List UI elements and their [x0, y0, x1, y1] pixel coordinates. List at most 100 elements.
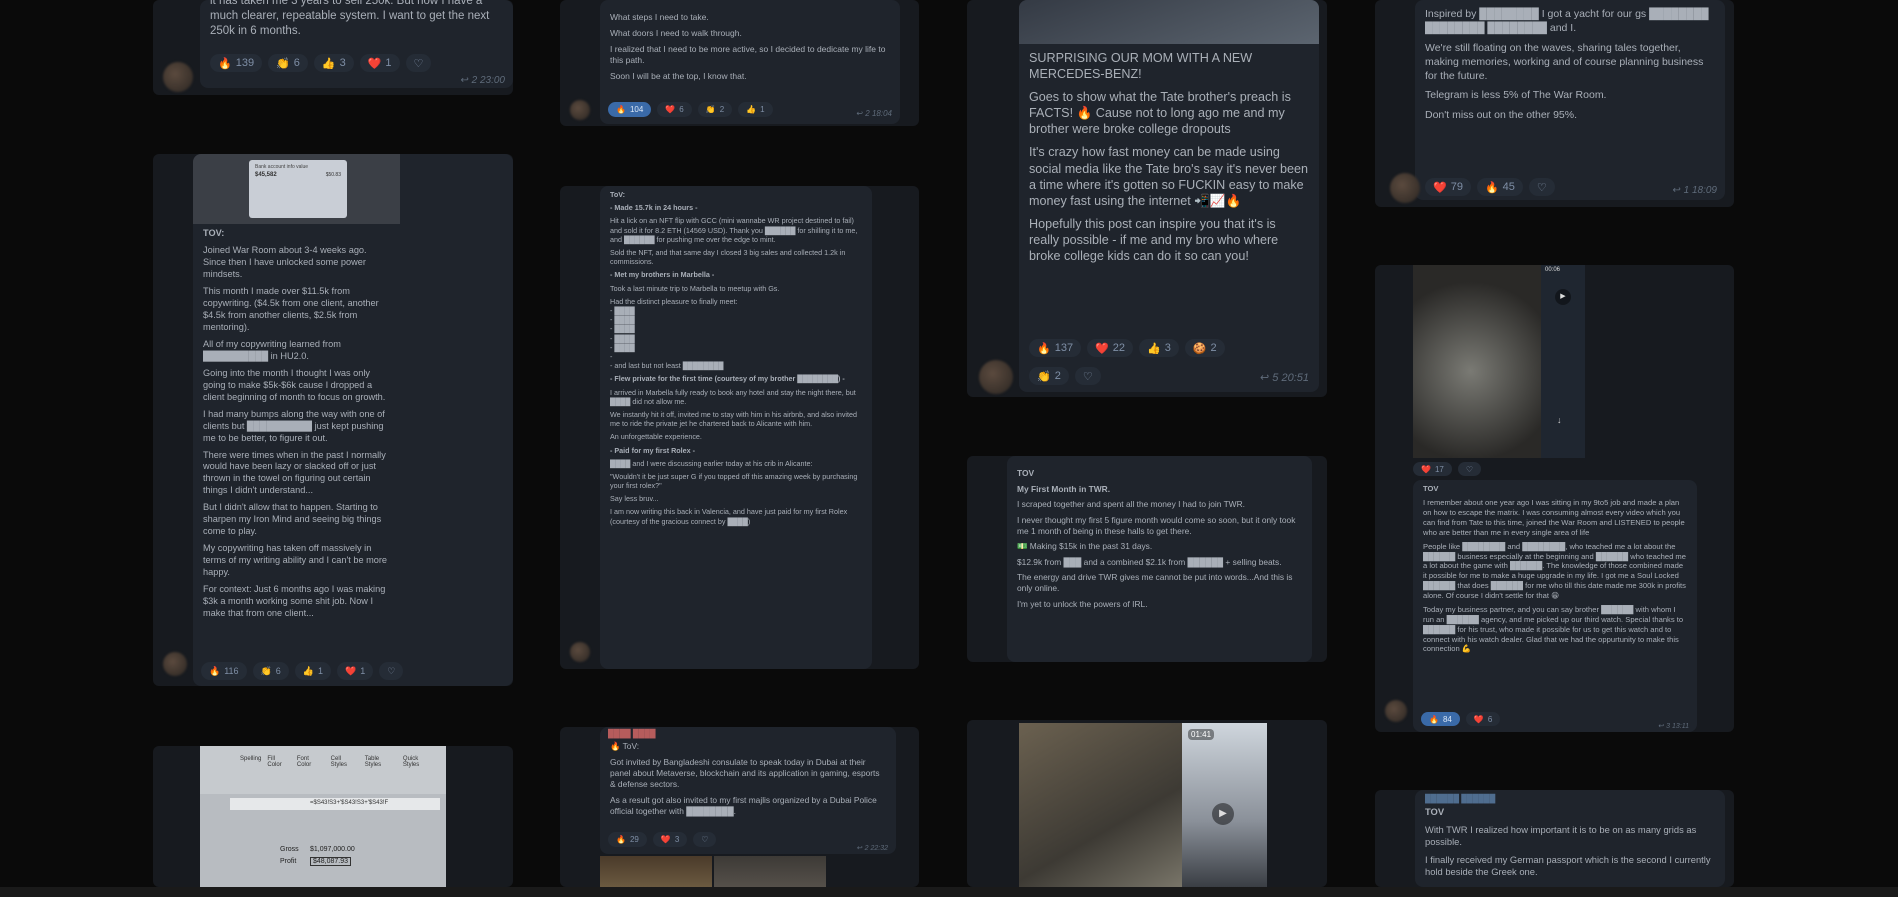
- ribbon-button[interactable]: Quick Styles: [403, 756, 436, 794]
- message-line: Today my business partner, and you can s…: [1423, 604, 1686, 654]
- reactions: 🔥 104 ❤️ 6 👏 2 👍 1: [608, 102, 773, 117]
- add-reaction-icon[interactable]: ♡: [379, 662, 404, 680]
- play-icon[interactable]: ▶: [1555, 289, 1571, 305]
- reaction-chip[interactable]: 🍪 2: [1184, 339, 1225, 357]
- message-meta: ↩ 2 18:04: [856, 109, 892, 118]
- message-line: TOV: [1017, 468, 1035, 478]
- message-meta: ↩ 2 23:00: [460, 75, 505, 86]
- download-icon[interactable]: ↓: [1557, 415, 1562, 425]
- add-reaction-icon[interactable]: ♡: [1528, 178, 1555, 196]
- ribbon-button[interactable]: Font Color: [297, 756, 325, 794]
- add-reaction-icon[interactable]: ♡: [1457, 462, 1482, 476]
- reaction-chip[interactable]: 👏 2: [697, 102, 733, 117]
- video-thumbnail[interactable]: 01:41 ▶: [1182, 723, 1267, 887]
- message-time: 2 22:32: [864, 845, 888, 852]
- message-line: I never thought my first 5 figure month …: [1017, 514, 1298, 536]
- thumb-value-2: $50.83: [325, 172, 341, 178]
- watch-video[interactable]: [1413, 265, 1541, 458]
- reaction-chip[interactable]: 👍 3: [313, 54, 354, 72]
- message-line: - ████: [610, 315, 635, 325]
- reaction-chip[interactable]: 👍 1: [738, 102, 773, 117]
- message-line: I realized that I need to be more active…: [610, 43, 888, 65]
- reaction-chip[interactable]: ❤️ 3: [652, 832, 688, 847]
- message-time: 2 18:04: [865, 109, 892, 118]
- video-duration: 01:41: [1188, 729, 1215, 740]
- message-line: Hopefully this post can inspire you that…: [1029, 216, 1282, 263]
- message-line: My First Month in TWR.: [1017, 483, 1111, 494]
- message-line: Say less bruv...: [610, 494, 659, 504]
- video-side-panel[interactable]: 00:06 ▶ ↓: [1541, 265, 1585, 458]
- reaction-chip[interactable]: 👍 3: [1139, 339, 1179, 357]
- message-line: But I didn't allow that to happen. Start…: [203, 502, 384, 537]
- reaction-chip[interactable]: 🔥 137: [1029, 339, 1082, 357]
- reaction-chip[interactable]: 🔥 116: [201, 662, 247, 680]
- reaction-chip[interactable]: 👏 6: [268, 54, 308, 72]
- message-time: 3 13:11: [1666, 723, 1689, 730]
- video-duration: 00:06: [1545, 267, 1561, 273]
- formula-bar[interactable]: =$S43!S3+'$S43!S3+'$S43!F: [230, 798, 440, 810]
- play-icon[interactable]: ▶: [1212, 803, 1234, 825]
- formula-text: =$S43!S3+'$S43!S3+'$S43!F: [310, 800, 389, 806]
- reactions: 🔥 29 ❤️ 3 ♡: [608, 832, 717, 847]
- ribbon-button[interactable]: Cell Styles: [331, 756, 359, 794]
- message-line: Took a last minute trip to Marbella to m…: [610, 283, 780, 293]
- reaction-chip[interactable]: 🔥 139: [210, 54, 263, 72]
- avatar: [979, 360, 1013, 394]
- car-photo[interactable]: [1019, 0, 1319, 44]
- avatar: [1390, 173, 1420, 203]
- post-card-col4-bottom: ██████ ██████ TOV With TWR I realized ho…: [1375, 790, 1734, 887]
- photo-thumbnail[interactable]: [600, 856, 712, 887]
- message-text: SURPRISING OUR MOM WITH A NEW MERCEDES-B…: [1029, 50, 1309, 264]
- message-line: The energy and drive TWR gives me cannot…: [1017, 572, 1295, 594]
- message-meta: ↩ 3 13:11: [1658, 723, 1689, 730]
- reaction-chip[interactable]: ❤️ 1: [337, 662, 374, 680]
- reaction-chip[interactable]: ❤️ 22: [1087, 339, 1134, 357]
- message-line: ████ and I were discussing earlier today…: [610, 458, 813, 468]
- reaction-chip[interactable]: ❤️ 79: [1425, 178, 1471, 196]
- message-meta: ↩ 5 20:51: [1260, 372, 1309, 384]
- ribbon-button[interactable]: Table Styles: [365, 756, 397, 794]
- screenshot-thumbnail[interactable]: Bank account info value $45,582 $50.83: [193, 154, 400, 224]
- reaction-chip[interactable]: 🔥 45: [1476, 178, 1523, 196]
- message-line: Going into the month I thought I was onl…: [203, 367, 386, 402]
- ribbon-button[interactable]: Spelling: [240, 756, 261, 794]
- message-line: This month I made over $11.5k from copyw…: [203, 285, 382, 332]
- message-line: Soon I will be at the top, I know that.: [610, 70, 747, 81]
- message-text: TOV With TWR I realized how important it…: [1425, 806, 1715, 878]
- message-line: - Made 15.7k in 24 hours -: [610, 203, 698, 213]
- message-text: What steps I need to take. What doors I …: [610, 12, 890, 82]
- reaction-chip[interactable]: 🔥 84: [1421, 712, 1460, 726]
- reaction-chip[interactable]: 👍 1: [294, 662, 332, 680]
- reaction-chip[interactable]: 🔥 104: [608, 102, 652, 117]
- message-text: TOV I remember about one year ago I was …: [1423, 484, 1687, 654]
- reaction-chip[interactable]: 👏 6: [252, 662, 289, 680]
- excel-screenshot[interactable]: Spelling Fill Color Font Color Cell Styles T…: [200, 746, 446, 887]
- reaction-chip[interactable]: ❤️ 6: [657, 102, 692, 117]
- sender-name[interactable]: ████ ████: [608, 729, 656, 738]
- message-line: "Wouldn't it be just super G if you topp…: [610, 471, 860, 491]
- add-reaction-icon[interactable]: ♡: [693, 832, 717, 847]
- bottom-scrollbar[interactable]: [0, 887, 1898, 897]
- add-reaction-icon[interactable]: ♡: [405, 54, 432, 72]
- excel-ribbon: Spelling Fill Color Font Color Cell Styles T…: [200, 746, 446, 794]
- message-time: 1 18:09: [1683, 185, 1717, 196]
- reaction-chip[interactable]: 👏 2: [1029, 367, 1069, 385]
- ribbon-button[interactable]: Fill Color: [267, 756, 291, 794]
- message-meta: ↩ 2 22:32: [856, 845, 888, 852]
- reaction-chip[interactable]: 🔥 29: [608, 832, 647, 847]
- sender-name[interactable]: ██████ ██████: [1425, 794, 1495, 803]
- reaction-chip[interactable]: ❤️ 17: [1413, 462, 1452, 476]
- post-card-col2-bottom: ████ ████ 🔥 ToV: Got invited by Banglade…: [560, 727, 919, 887]
- photo-thumbnail[interactable]: [714, 856, 826, 887]
- message-line: I am now writing this back in Valencia, …: [610, 507, 850, 526]
- add-reaction-icon[interactable]: ♡: [1074, 367, 1101, 385]
- message-text: it has taken me 3 years to sell 250k. Bu…: [210, 0, 493, 38]
- message-line: All of my copywriting learned from █████…: [203, 338, 344, 361]
- message-line: What steps I need to take.: [610, 12, 709, 22]
- cell-label: Gross: [280, 846, 299, 853]
- message-line: [1029, 137, 1309, 144]
- message-bubble: ████ ████ 🔥 ToV: Got invited by Banglade…: [600, 727, 896, 854]
- reaction-chip[interactable]: ❤️ 1: [359, 54, 400, 72]
- message-line: Don't miss out on the other 95%.: [1425, 109, 1578, 122]
- reaction-chip[interactable]: ❤️ 6: [1465, 712, 1501, 726]
